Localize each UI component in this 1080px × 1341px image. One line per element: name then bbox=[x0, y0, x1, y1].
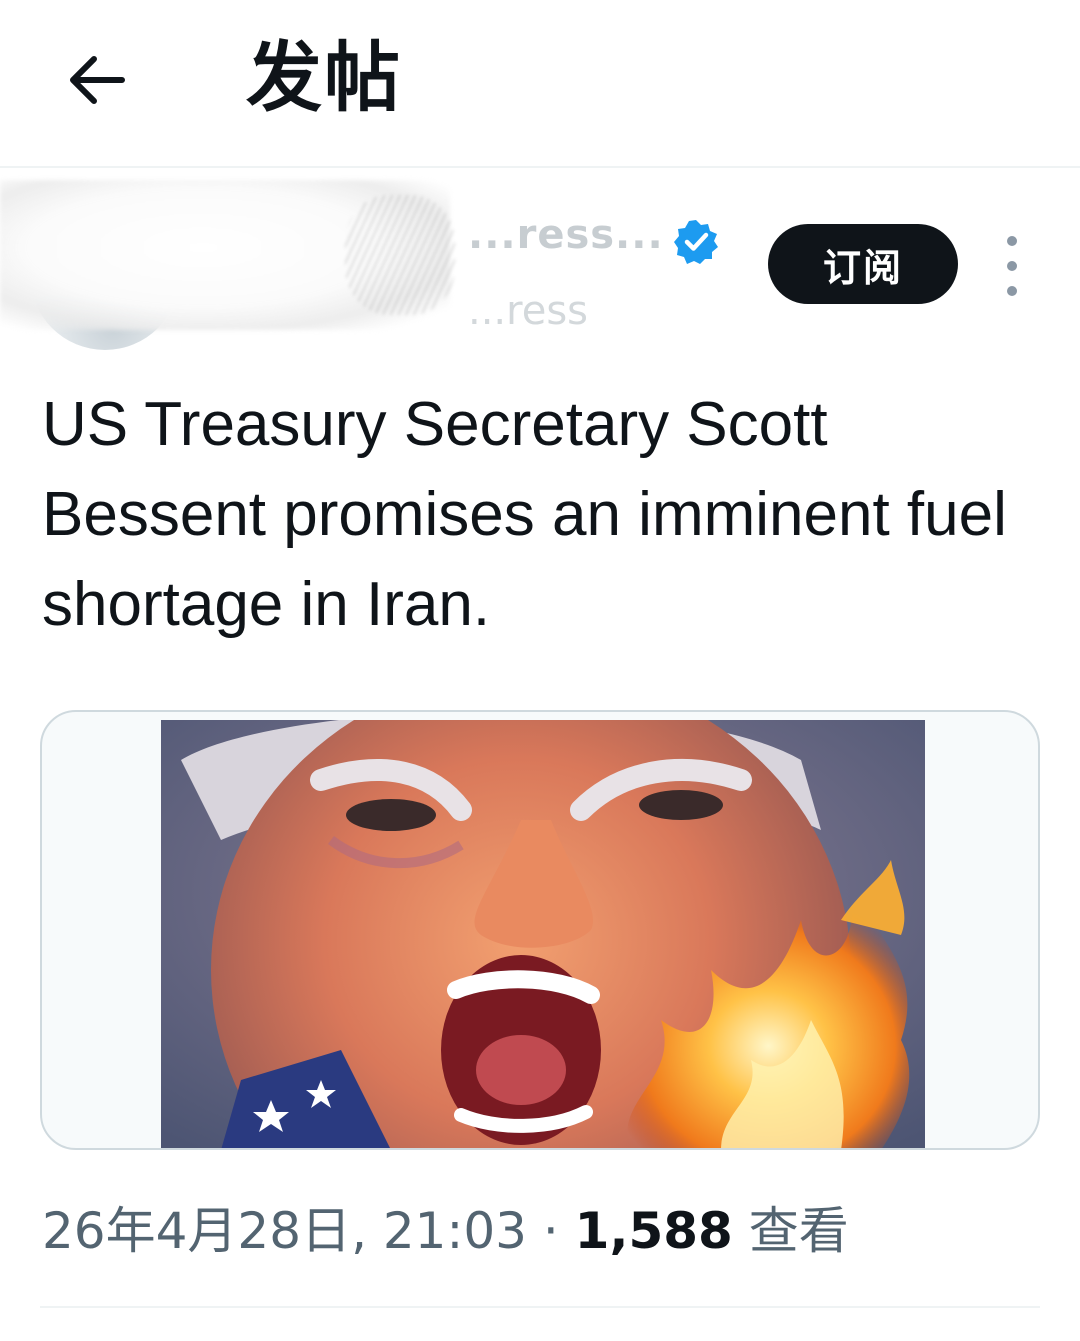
meta-separator: · bbox=[542, 1202, 559, 1260]
tweet-meta: 26年4月28日, 21:03 · 1,588 查看 bbox=[42, 1202, 849, 1260]
media-card[interactable] bbox=[40, 710, 1040, 1150]
page-title: 发帖 bbox=[246, 33, 402, 122]
author-display-name[interactable]: ...ress... bbox=[468, 212, 664, 258]
views-count[interactable]: 1,588 bbox=[575, 1202, 733, 1260]
verified-badge-icon bbox=[674, 220, 718, 264]
tweet-text: US Treasury Secretary Scott Bessent prom… bbox=[42, 390, 1007, 639]
back-button[interactable] bbox=[58, 42, 134, 118]
top-bar: 发帖 bbox=[0, 0, 1080, 168]
more-vertical-icon bbox=[1007, 236, 1017, 246]
divider bbox=[40, 1306, 1040, 1308]
photo-icon bbox=[161, 720, 925, 1148]
subscribe-button[interactable]: 订阅 bbox=[768, 224, 958, 304]
tweet-date[interactable]: 26年4月28日 bbox=[42, 1202, 351, 1260]
tweet-photo[interactable] bbox=[161, 720, 925, 1148]
redaction-blur bbox=[345, 195, 455, 315]
views-label[interactable]: 查看 bbox=[749, 1202, 849, 1260]
arrow-left-icon bbox=[70, 56, 125, 104]
more-options-button[interactable] bbox=[992, 236, 1032, 296]
author-handle[interactable]: ...ress bbox=[468, 288, 588, 334]
tweet-time[interactable]: 21:03 bbox=[383, 1202, 527, 1260]
